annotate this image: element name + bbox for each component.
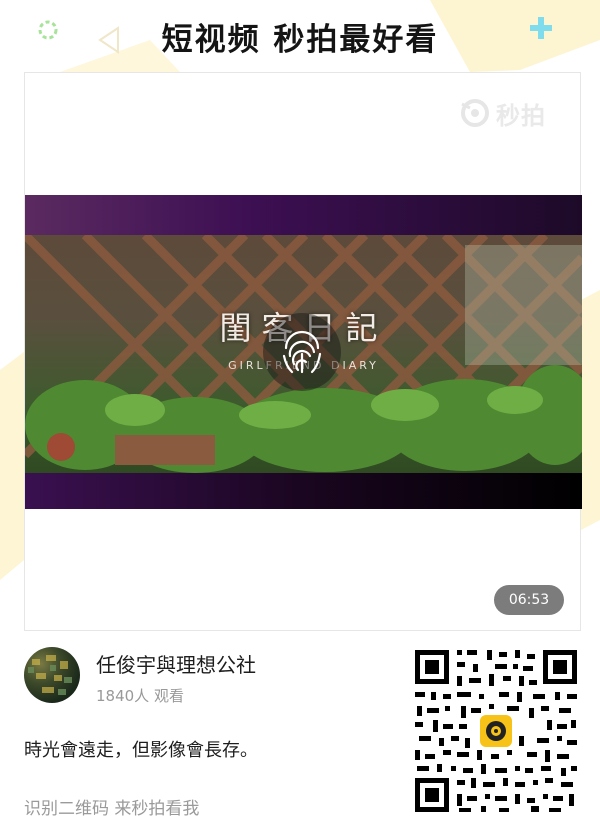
miaopai-app-icon: [478, 713, 514, 749]
qr-hint-text: 识别二维码 来秒拍看我: [24, 799, 200, 819]
video-letterbox-bottom: [25, 473, 582, 509]
video-card[interactable]: 秒拍 閨客日記 GIRLFRIEND DIARY 06:53: [24, 72, 582, 631]
video-duration-badge: 06:53: [494, 585, 564, 615]
miaopai-logo-icon: [461, 99, 489, 127]
page-title: 短视频 秒拍最好看: [161, 22, 439, 58]
post-description: 時光會遠走，但影像會長存。: [24, 740, 258, 761]
video-letterbox-top: [25, 195, 582, 235]
video-player[interactable]: 閨客日記 GIRLFRIEND DIARY: [25, 195, 582, 509]
miaopai-watermark: 秒拍: [458, 95, 560, 131]
avatar[interactable]: [24, 647, 80, 703]
author-name[interactable]: 任俊宇與理想公社: [96, 649, 256, 678]
author-row[interactable]: 任俊宇與理想公社 1840人 观看: [24, 645, 404, 705]
fingerprint-icon[interactable]: [263, 313, 341, 391]
watermark-text: 秒拍: [496, 101, 546, 130]
watch-count: 1840人 观看: [96, 687, 184, 705]
